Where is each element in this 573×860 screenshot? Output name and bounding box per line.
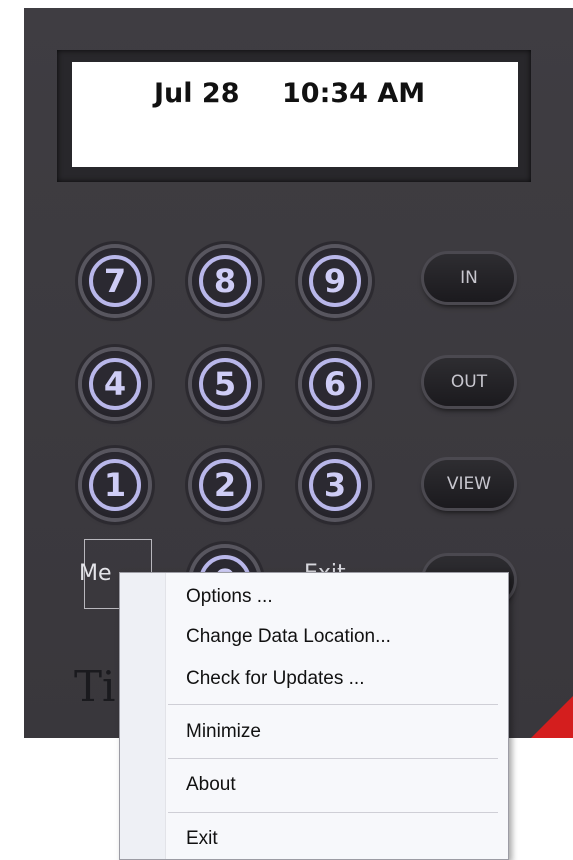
menu-item-minimize[interactable]: Minimize (186, 721, 261, 743)
key-2-label: 2 (199, 459, 251, 511)
resize-corner[interactable] (531, 696, 573, 738)
brand-logo-text: Ti (74, 662, 116, 711)
key-1-label: 1 (89, 459, 141, 511)
menu-separator (168, 704, 498, 705)
view-button[interactable]: VIEW (424, 460, 514, 508)
key-8[interactable]: 8 (192, 248, 258, 314)
menu-separator (168, 812, 498, 813)
menu-item-change-data-location[interactable]: Change Data Location... (186, 626, 391, 648)
key-5-label: 5 (199, 358, 251, 410)
key-4-label: 4 (89, 358, 141, 410)
key-3-label: 3 (309, 459, 361, 511)
display-date: Jul 28 (154, 78, 240, 109)
context-menu: Options ... Change Data Location... Chec… (119, 572, 509, 860)
menu-icon-gutter (120, 573, 166, 859)
menu-item-about[interactable]: About (186, 774, 236, 796)
key-9[interactable]: 9 (302, 248, 368, 314)
key-6-label: 6 (309, 358, 361, 410)
display-frame: Jul 28 10:34 AM (57, 50, 531, 182)
menu-item-options[interactable]: Options ... (186, 586, 273, 608)
in-button[interactable]: IN (424, 254, 514, 302)
key-2[interactable]: 2 (192, 452, 258, 518)
key-7[interactable]: 7 (82, 248, 148, 314)
key-6[interactable]: 6 (302, 351, 368, 417)
out-button[interactable]: OUT (424, 358, 514, 406)
key-5[interactable]: 5 (192, 351, 258, 417)
key-1[interactable]: 1 (82, 452, 148, 518)
key-4[interactable]: 4 (82, 351, 148, 417)
display-time: 10:34 AM (282, 78, 426, 109)
key-3[interactable]: 3 (302, 452, 368, 518)
menu-item-check-for-updates[interactable]: Check for Updates ... (186, 668, 364, 690)
menu-button-label: Me (79, 561, 112, 586)
menu-item-exit[interactable]: Exit (186, 828, 218, 850)
key-7-label: 7 (89, 255, 141, 307)
key-8-label: 8 (199, 255, 251, 307)
menu-separator (168, 758, 498, 759)
key-9-label: 9 (309, 255, 361, 307)
lcd-display: Jul 28 10:34 AM (72, 62, 518, 167)
